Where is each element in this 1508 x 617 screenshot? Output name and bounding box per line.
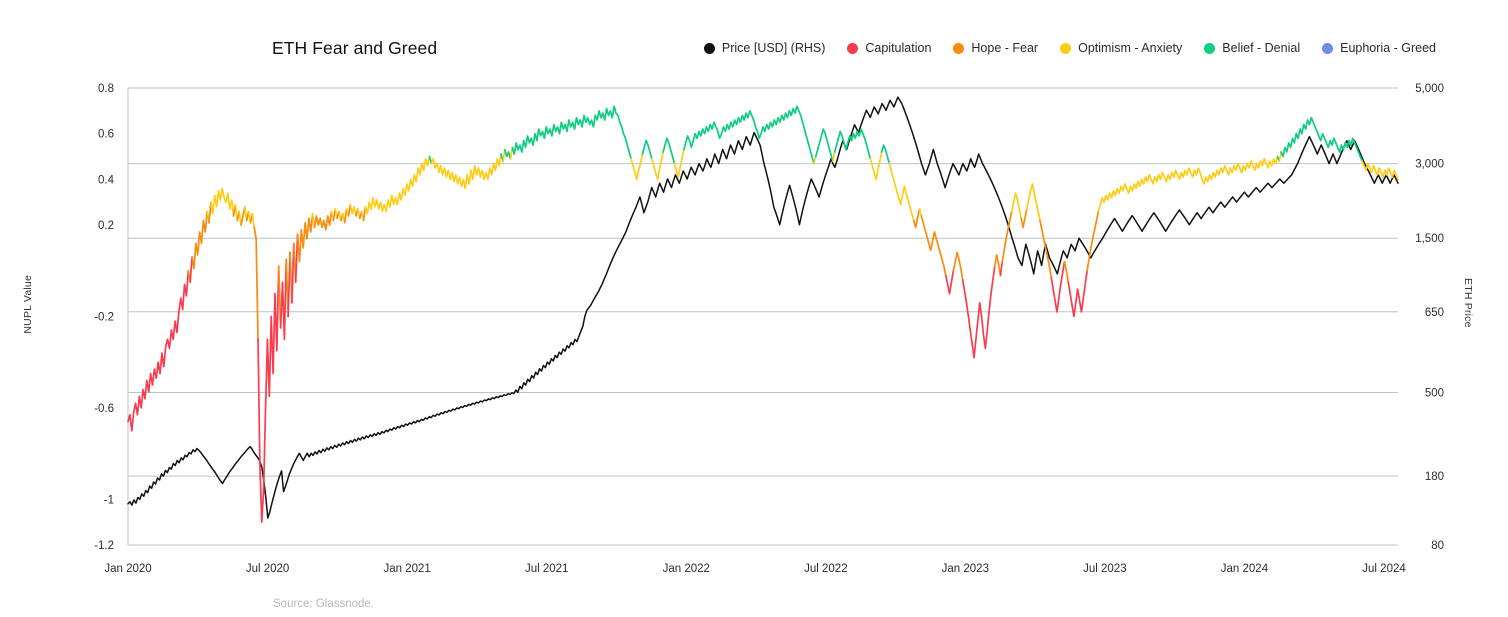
nupl-line-segment [191,210,208,270]
y-axis-left-tick: 0.2 [98,220,114,232]
nupl-line-segment [1025,183,1041,222]
nupl-line-segment [240,205,246,226]
nupl-line-segment [1280,116,1364,162]
nupl-line-segment [918,208,923,217]
nupl-line-segment [869,151,883,181]
chart-plot: 0.8 0.6 0.4 0.2 -0.2 -0.6 -1 -1.2 5,000 3,000 1,50… [94,83,1444,575]
y-axis-right-tick: 80 [1431,540,1444,552]
y-axis-right-tick: 3,000 [1415,159,1444,171]
nupl-line-segment [251,212,256,229]
nupl-line-segment [257,265,280,523]
nupl-line-segment [511,105,632,160]
price-line [127,96,1399,519]
x-axis-tick: Jan 2020 [104,563,151,575]
nupl-line-segment [430,153,502,190]
y-axis-right-tick: 650 [1425,307,1444,319]
nupl-line-segment [833,128,872,160]
y-axis-left-tick: 0.6 [98,129,114,141]
nupl-line-segment [279,258,288,341]
y-axis-left-tick: -1 [104,494,114,506]
nupl-line-segment [831,151,836,162]
x-axis-tick: Jan 2021 [383,563,430,575]
nupl-line-segment [296,212,314,263]
nupl-line-segment [364,155,431,215]
chart-page: ETH Fear and Greed Price [USD] (RHS) Capi… [0,0,1508,617]
source-note: Source: Glassnode. [273,598,375,610]
nupl-line-segment [999,260,1004,277]
y-axis-right-tick: 500 [1425,387,1444,399]
y-axis-right-tick: 1,500 [1415,233,1444,245]
y-axis-left-tick: 0.8 [98,83,114,95]
y-axis-left-tick: -0.6 [94,403,114,415]
nupl-line-segment [944,269,955,295]
nupl-line-segment [313,210,333,231]
nupl-line-segment [993,253,1002,277]
nupl-line-segment [952,251,964,281]
y-axis-left-tick: 0.4 [98,174,115,186]
nupl-line-segment [641,139,653,160]
y-axis-right-tick: 5,000 [1415,83,1444,95]
x-axis-tick: Jan 2024 [1221,563,1269,575]
x-axis-tick: Jul 2021 [525,563,568,575]
nupl-line-segment [630,153,644,181]
nupl-line-segment [814,128,834,162]
x-axis-tick: Jul 2023 [1083,563,1126,575]
nupl-line-segment [650,151,664,181]
nupl-line-segment [1020,208,1028,229]
nupl-line-segment [813,155,817,165]
nupl-line-segment [662,137,676,165]
nupl-line-segment [888,162,915,222]
x-axis-tick: Jan 2023 [942,563,989,575]
nupl-line-segment [1063,260,1070,284]
nupl-line-segment [189,256,193,284]
nupl-line-segment [1086,210,1100,272]
nupl-line-segment [1039,219,1053,279]
nupl-line-segment [253,226,259,341]
nupl-line-segment [127,269,190,432]
nupl-line-segment [961,265,996,359]
x-axis-tick: Jan 2022 [663,563,710,575]
nupl-line-segment [210,187,235,217]
nupl-line-segment [683,105,815,165]
x-axis-tick: Jul 2024 [1362,563,1406,575]
nupl-line-segment [920,215,947,277]
y-axis-left-tick: -1.2 [94,540,114,552]
nupl-line-segment [1067,269,1088,318]
nupl-line-segment [504,148,512,160]
nupl-line-segment [349,203,357,217]
nupl-line-segment [1010,192,1022,220]
nupl-line-segment [912,208,921,229]
x-axis-tick: Jul 2020 [246,563,289,575]
x-axis-tick: Jul 2022 [804,563,847,575]
y-axis-right-tick: 180 [1425,471,1444,483]
nupl-line-segment [1097,155,1279,213]
y-axis-left-tick: -0.2 [94,312,114,324]
nupl-line-segment [880,144,891,165]
